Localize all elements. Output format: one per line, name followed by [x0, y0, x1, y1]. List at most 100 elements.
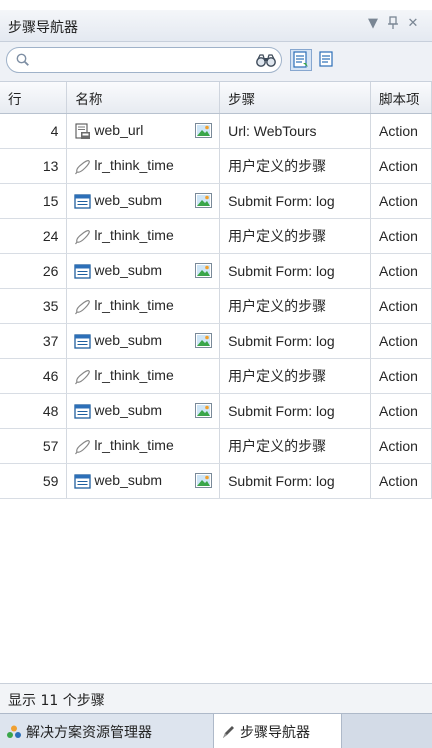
- step-name-cell: web_url: [66, 113, 221, 149]
- line-number-cell: 59: [0, 463, 68, 499]
- search-icon[interactable]: [16, 53, 29, 66]
- line-number-cell: 13: [0, 148, 68, 184]
- script-item-cell: Action: [370, 358, 432, 394]
- form-icon: [74, 263, 92, 280]
- tab-solution-explorer[interactable]: 解决方案资源管理器: [0, 714, 214, 748]
- step-description-cell: Url: WebTours: [219, 113, 371, 149]
- close-icon[interactable]: ✕: [406, 16, 420, 31]
- step-count-text: 显示 11 个步骤: [8, 693, 105, 709]
- column-header-name[interactable]: 名称: [66, 82, 221, 114]
- table-row[interactable]: 37 web_subm Submit Form: log Action: [0, 323, 432, 359]
- search-input[interactable]: [35, 51, 229, 71]
- script-item-cell: Action: [370, 428, 432, 464]
- tab-label: 步骤导航器: [240, 725, 310, 741]
- script-item-cell: Action: [370, 218, 432, 254]
- form-icon: [74, 403, 92, 420]
- snapshot-thumbnail-icon[interactable]: [195, 263, 213, 278]
- panel-toolbar: [0, 42, 432, 82]
- step-name-cell: web_subm: [66, 323, 221, 359]
- line-number-cell: 15: [0, 183, 68, 219]
- script-item-cell: Action: [370, 288, 432, 324]
- snapshot-thumbnail-icon[interactable]: [195, 473, 213, 488]
- line-number-cell: 35: [0, 288, 68, 324]
- column-header-step[interactable]: 步骤: [219, 82, 371, 114]
- step-name-cell: lr_think_time: [66, 218, 221, 254]
- step-description-cell: Submit Form: log: [219, 393, 371, 429]
- form-icon: [74, 193, 92, 210]
- steps-table-container[interactable]: 行 名称 步骤 脚本项 4 web_url Url: WebTours Action 1…: [0, 82, 432, 682]
- step-description-cell: 用户定义的步骤: [219, 358, 371, 394]
- script-item-cell: Action: [370, 463, 432, 499]
- step-name: web_subm: [94, 472, 163, 488]
- line-number-cell: 24: [0, 218, 68, 254]
- think-time-icon: [74, 298, 91, 315]
- status-bar: 显示 11 个步骤: [0, 683, 432, 713]
- tab-step-navigator[interactable]: 步骤导航器: [214, 714, 342, 748]
- table-row[interactable]: 4 web_url Url: WebTours Action: [0, 113, 432, 149]
- binoculars-icon[interactable]: [255, 53, 277, 67]
- step-name: web_subm: [94, 192, 163, 208]
- form-icon: [74, 333, 92, 350]
- step-name: lr_think_time: [94, 367, 174, 383]
- snapshot-thumbnail-icon[interactable]: [195, 403, 213, 418]
- step-name: web_subm: [94, 262, 163, 278]
- line-number-cell: 4: [0, 113, 68, 149]
- think-time-icon: [74, 438, 91, 455]
- column-header-script[interactable]: 脚本项: [370, 82, 432, 114]
- script-item-cell: Action: [370, 113, 432, 149]
- tab-label: 解决方案资源管理器: [26, 725, 152, 741]
- step-view-icon: [293, 51, 308, 68]
- think-time-icon: [74, 228, 91, 245]
- table-row[interactable]: 46 lr_think_time 用户定义的步骤 Action: [0, 358, 432, 394]
- column-header-line[interactable]: 行: [0, 82, 68, 114]
- pin-icon-glyph: [388, 16, 398, 29]
- table-row[interactable]: 13 lr_think_time 用户定义的步骤 Action: [0, 148, 432, 184]
- snapshot-thumbnail-icon[interactable]: [195, 193, 213, 208]
- step-name-cell: web_subm: [66, 393, 221, 429]
- script-item-cell: Action: [370, 183, 432, 219]
- table-row[interactable]: 26 web_subm Submit Form: log Action: [0, 253, 432, 289]
- line-number-cell: 46: [0, 358, 68, 394]
- step-navigator-icon: [223, 726, 234, 738]
- snapshot-thumbnail-icon[interactable]: [195, 333, 213, 348]
- step-name-cell: web_subm: [66, 253, 221, 289]
- step-name-cell: web_subm: [66, 463, 221, 499]
- step-description-cell: 用户定义的步骤: [219, 288, 371, 324]
- line-number-cell: 57: [0, 428, 68, 464]
- step-name: lr_think_time: [94, 227, 174, 243]
- script-item-cell: Action: [370, 323, 432, 359]
- step-name: lr_think_time: [94, 297, 174, 313]
- table-row[interactable]: 59 web_subm Submit Form: log Action: [0, 463, 432, 499]
- table-row[interactable]: 48 web_subm Submit Form: log Action: [0, 393, 432, 429]
- panel-title: 步骤导航器: [8, 20, 78, 36]
- dropdown-arrow-icon[interactable]: ▼: [366, 16, 380, 31]
- table-row[interactable]: 57 lr_think_time 用户定义的步骤 Action: [0, 428, 432, 464]
- step-description-cell: Submit Form: log: [219, 463, 371, 499]
- solution-explorer-icon: [7, 725, 21, 738]
- think-time-icon: [74, 368, 91, 385]
- step-name: lr_think_time: [94, 437, 174, 453]
- table-row[interactable]: 35 lr_think_time 用户定义的步骤 Action: [0, 288, 432, 324]
- table-row[interactable]: 24 lr_think_time 用户定义的步骤 Action: [0, 218, 432, 254]
- steps-table: 行 名称 步骤 脚本项 4 web_url Url: WebTours Action 1…: [0, 82, 432, 499]
- step-name-cell: lr_think_time: [66, 148, 221, 184]
- step-name-cell: lr_think_time: [66, 358, 221, 394]
- panel-titlebar: 步骤导航器 ▼ ✕: [0, 10, 432, 42]
- table-header-row: 行 名称 步骤 脚本项: [0, 82, 432, 114]
- snapshot-thumbnail-icon[interactable]: [195, 123, 213, 138]
- step-name-cell: lr_think_time: [66, 428, 221, 464]
- script-view-icon: [319, 51, 333, 67]
- step-description-cell: 用户定义的步骤: [219, 218, 371, 254]
- step-name: web_subm: [94, 332, 163, 348]
- table-row[interactable]: 15 web_subm Submit Form: log Action: [0, 183, 432, 219]
- step-name: web_subm: [94, 402, 163, 418]
- script-view-button[interactable]: [316, 49, 338, 71]
- step-name-cell: web_subm: [66, 183, 221, 219]
- url-icon: [74, 123, 91, 140]
- pin-icon[interactable]: [386, 16, 400, 34]
- step-view-button[interactable]: [290, 49, 312, 71]
- script-item-cell: Action: [370, 148, 432, 184]
- line-number-cell: 48: [0, 393, 68, 429]
- step-description-cell: 用户定义的步骤: [219, 148, 371, 184]
- step-description-cell: 用户定义的步骤: [219, 428, 371, 464]
